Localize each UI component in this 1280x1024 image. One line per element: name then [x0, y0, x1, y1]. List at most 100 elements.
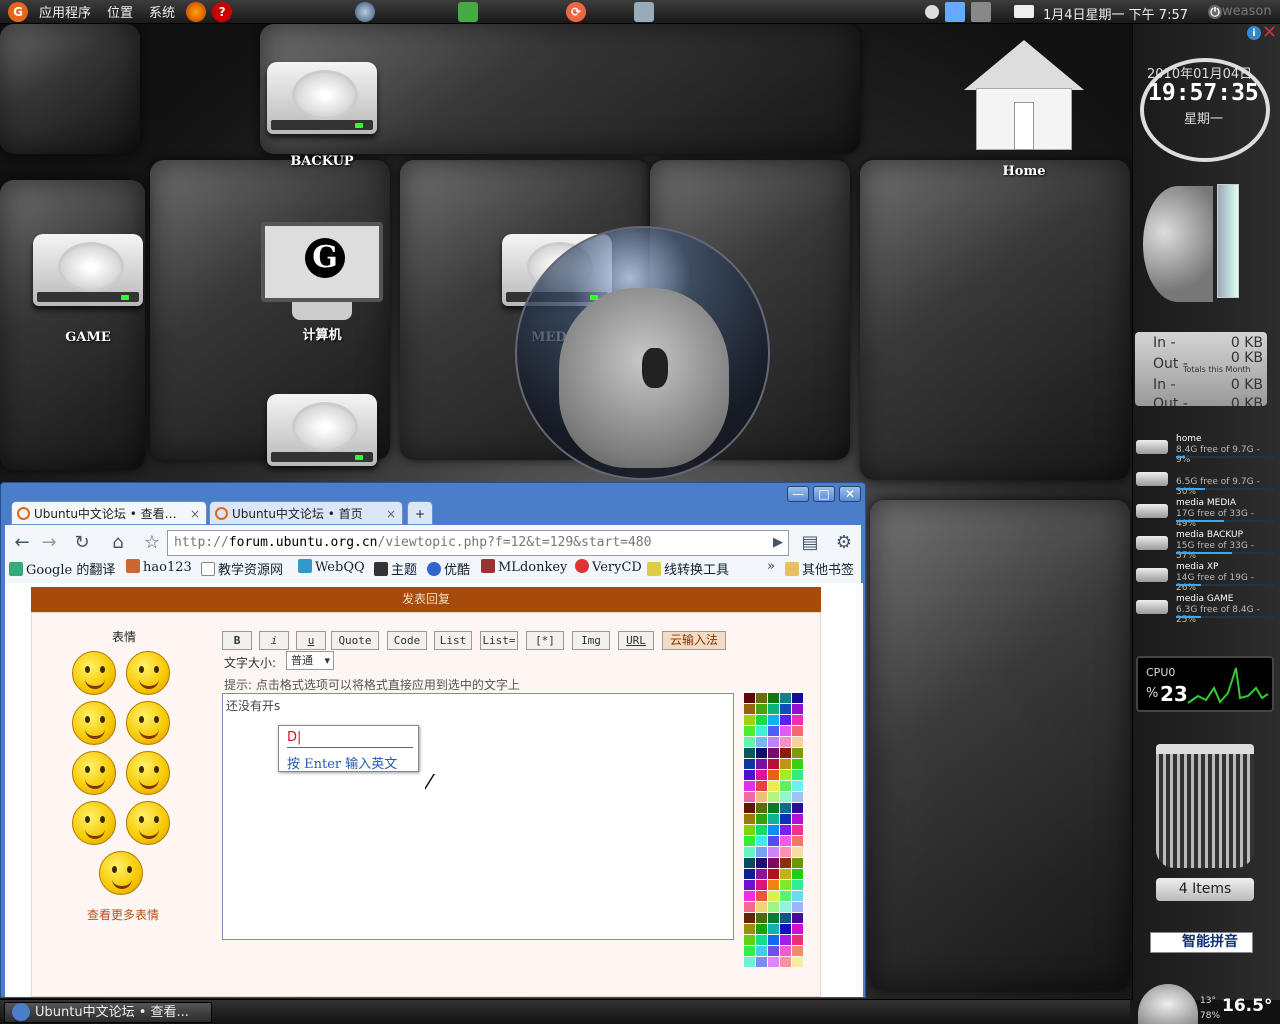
- network-icon[interactable]: [971, 1, 992, 22]
- smiley-sweat-icon[interactable]: [126, 751, 170, 795]
- color-swatch[interactable]: [756, 803, 767, 813]
- smiley-dizzy-icon[interactable]: [99, 851, 143, 895]
- color-swatch[interactable]: [744, 858, 755, 868]
- star-icon[interactable]: ☆: [139, 530, 165, 556]
- quote-button[interactable]: Quote: [331, 631, 379, 650]
- color-swatch[interactable]: [792, 924, 803, 934]
- color-swatch[interactable]: [780, 693, 791, 703]
- color-swatch[interactable]: [780, 935, 791, 945]
- color-swatch[interactable]: [744, 693, 755, 703]
- color-swatch[interactable]: [792, 726, 803, 736]
- color-swatch[interactable]: [756, 792, 767, 802]
- files-icon[interactable]: [634, 1, 655, 22]
- color-swatch[interactable]: [744, 748, 755, 758]
- taskbar-window-button[interactable]: Ubuntu中文论坛 • 查看...: [4, 1002, 212, 1023]
- color-swatch[interactable]: [756, 858, 767, 868]
- color-swatch[interactable]: [792, 825, 803, 835]
- color-swatch[interactable]: [792, 935, 803, 945]
- launcher-icon[interactable]: [458, 1, 479, 22]
- color-swatch[interactable]: [780, 924, 791, 934]
- code-button[interactable]: Code: [387, 631, 427, 650]
- color-swatch[interactable]: [780, 825, 791, 835]
- color-swatch[interactable]: [744, 869, 755, 879]
- ime-status-indicator[interactable]: 智能拼音: [1150, 932, 1253, 953]
- color-swatch[interactable]: [792, 737, 803, 747]
- color-swatch[interactable]: [780, 803, 791, 813]
- color-swatch[interactable]: [792, 913, 803, 923]
- smiley-thumbs-icon[interactable]: [126, 801, 170, 845]
- menu-applications[interactable]: 应用程序: [31, 2, 99, 21]
- color-swatch[interactable]: [780, 913, 791, 923]
- color-swatch[interactable]: [792, 957, 803, 967]
- color-swatch[interactable]: [780, 726, 791, 736]
- color-swatch[interactable]: [792, 814, 803, 824]
- color-swatch[interactable]: [780, 759, 791, 769]
- color-swatch[interactable]: [744, 847, 755, 857]
- drive-row[interactable]: media MEDIA 17G free of 33G - 49%: [1136, 498, 1276, 529]
- bookmark-mldonkey[interactable]: MLdonkey: [481, 559, 567, 575]
- close-widget-icon[interactable]: ✕: [1262, 22, 1277, 43]
- forward-arrow-icon[interactable]: →: [36, 530, 62, 556]
- color-swatch[interactable]: [780, 891, 791, 901]
- color-swatch[interactable]: [780, 869, 791, 879]
- color-swatch[interactable]: [780, 847, 791, 857]
- bookmark-youku[interactable]: 优酷: [427, 559, 470, 578]
- firefox-icon[interactable]: [186, 1, 207, 22]
- color-swatch[interactable]: [744, 781, 755, 791]
- color-swatch[interactable]: [744, 891, 755, 901]
- color-swatch[interactable]: [768, 737, 779, 747]
- color-swatch[interactable]: [780, 858, 791, 868]
- color-swatch[interactable]: [756, 759, 767, 769]
- desktop-icon-game[interactable]: GAME: [28, 234, 148, 345]
- color-swatch[interactable]: [792, 803, 803, 813]
- color-swatch[interactable]: [768, 869, 779, 879]
- ime-candidate-popup[interactable]: D| 按 Enter 输入英文: [278, 725, 419, 772]
- drive-row[interactable]: media GAME 6.3G free of 8.4G - 25%: [1136, 594, 1276, 625]
- color-swatch[interactable]: [744, 825, 755, 835]
- color-swatch[interactable]: [768, 814, 779, 824]
- desktop-icon-drive[interactable]: [262, 394, 382, 472]
- tab-close-icon[interactable]: ×: [190, 502, 200, 526]
- color-swatch[interactable]: [768, 946, 779, 956]
- color-swatch[interactable]: [768, 803, 779, 813]
- color-swatch[interactable]: [756, 748, 767, 758]
- color-swatch[interactable]: [792, 847, 803, 857]
- menu-system[interactable]: 系统: [141, 2, 183, 21]
- color-swatch[interactable]: [756, 825, 767, 835]
- color-swatch[interactable]: [792, 858, 803, 868]
- color-swatch[interactable]: [768, 891, 779, 901]
- italic-button[interactable]: i: [259, 631, 289, 650]
- trash-can-icon[interactable]: [1156, 744, 1254, 868]
- color-swatch[interactable]: [780, 957, 791, 967]
- smiley-icon[interactable]: [72, 651, 116, 695]
- color-swatch[interactable]: [744, 704, 755, 714]
- volume-speaker-icon[interactable]: [1143, 186, 1213, 302]
- image-button[interactable]: Img: [572, 631, 610, 650]
- color-swatch[interactable]: [768, 770, 779, 780]
- color-swatch[interactable]: [744, 803, 755, 813]
- color-swatch[interactable]: [756, 704, 767, 714]
- color-swatch[interactable]: [792, 792, 803, 802]
- ordered-list-button[interactable]: List=: [480, 631, 518, 650]
- color-swatch[interactable]: [744, 770, 755, 780]
- bookmark-jiaoxue[interactable]: 教学资源网: [201, 559, 283, 578]
- color-swatch[interactable]: [792, 693, 803, 703]
- color-swatch[interactable]: [756, 880, 767, 890]
- bookmark-webqq[interactable]: WebQQ: [298, 559, 365, 575]
- update-icon[interactable]: ⟳: [566, 1, 587, 22]
- color-swatch[interactable]: [756, 693, 767, 703]
- volume-level-bar[interactable]: [1217, 184, 1239, 298]
- new-tab-button[interactable]: +: [407, 501, 433, 525]
- go-arrow-icon[interactable]: ▶: [765, 530, 791, 556]
- smiley-laugh-icon[interactable]: [72, 751, 116, 795]
- color-swatch[interactable]: [792, 880, 803, 890]
- color-swatch[interactable]: [768, 836, 779, 846]
- color-swatch[interactable]: [780, 880, 791, 890]
- color-swatch[interactable]: [768, 715, 779, 725]
- font-size-select[interactable]: 普通 ▾: [286, 651, 334, 670]
- color-swatch[interactable]: [744, 759, 755, 769]
- address-bar[interactable]: http://forum.ubuntu.org.cn/viewtopic.php…: [167, 530, 789, 556]
- desktop-icon-computer[interactable]: G 计算机: [258, 222, 386, 343]
- power-icon[interactable]: ⏻: [1208, 5, 1222, 19]
- mail-icon[interactable]: [1014, 5, 1035, 18]
